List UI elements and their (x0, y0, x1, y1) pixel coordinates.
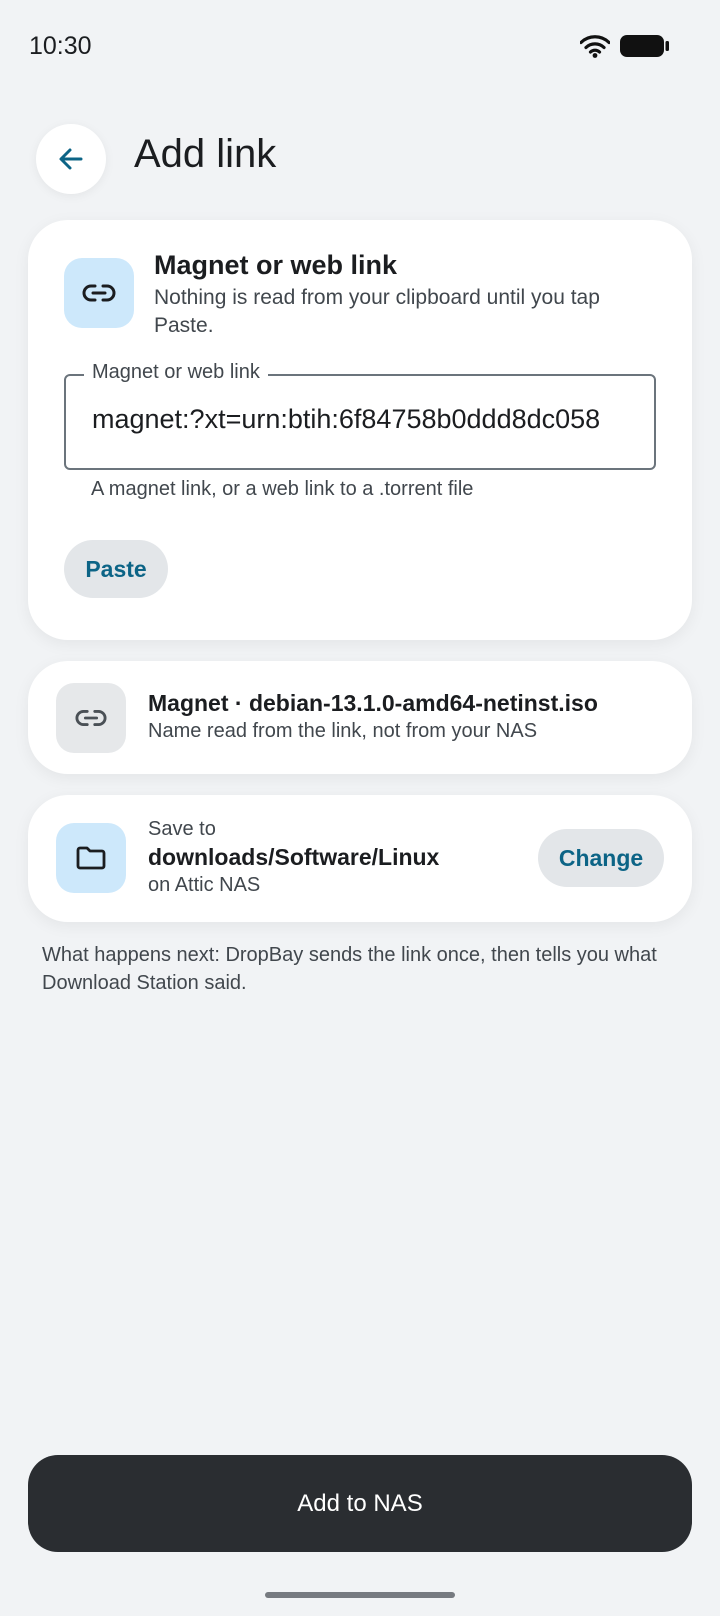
change-destination-button[interactable]: Change (538, 829, 664, 887)
wifi-icon (580, 35, 610, 58)
magnet-name-subtitle: Name read from the link, not from your N… (148, 720, 538, 742)
link-input-card: Magnet or web link Nothing is read from … (28, 220, 692, 640)
link-card-subtitle: Nothing is read from your clipboard unti… (154, 286, 600, 337)
link-icon (82, 284, 116, 302)
magnet-link-input[interactable]: magnet:?xt=urn:btih:6f84758b0ddd8dc058 (92, 404, 628, 435)
next-steps-info: What happens next: DropBay sends the lin… (42, 944, 657, 994)
save-path: downloads/Software/Linux (148, 844, 440, 870)
save-destination-card: Save to downloads/Software/Linux on Atti… (28, 795, 692, 922)
link-icon (75, 710, 107, 726)
arrow-left-icon (59, 148, 83, 170)
paste-button[interactable]: Paste (64, 540, 168, 598)
home-indicator[interactable] (265, 1592, 455, 1598)
folder-icon-tile (56, 823, 126, 893)
magnet-link-field-label: Magnet or web link (84, 361, 268, 384)
page-title: Add link (134, 132, 277, 176)
status-icons (580, 34, 670, 58)
magnet-icon-tile (56, 683, 126, 753)
save-device: on Attic NAS (148, 874, 261, 896)
battery-icon (620, 35, 669, 57)
magnet-name-title: Magnet · debian-13.1.0-amd64-netinst.iso (148, 690, 598, 716)
add-link-screen: 10:30 Add link Magnet or web link Nothin… (0, 0, 720, 1616)
back-button[interactable] (36, 124, 106, 194)
magnet-name-card: Magnet · debian-13.1.0-amd64-netinst.iso… (28, 661, 692, 774)
link-card-title: Magnet or web link (154, 250, 398, 280)
link-icon-tile (64, 258, 134, 328)
save-to-label: Save to (148, 818, 216, 840)
magnet-link-field[interactable]: Magnet or web link magnet:?xt=urn:btih:6… (64, 361, 656, 470)
status-bar: 10:30 (0, 0, 720, 92)
magnet-link-helper-text: A magnet link, or a web link to a .torre… (91, 478, 474, 500)
add-to-nas-button[interactable]: Add to NAS (28, 1455, 692, 1552)
status-time: 10:30 (29, 32, 92, 60)
folder-icon (76, 846, 106, 870)
